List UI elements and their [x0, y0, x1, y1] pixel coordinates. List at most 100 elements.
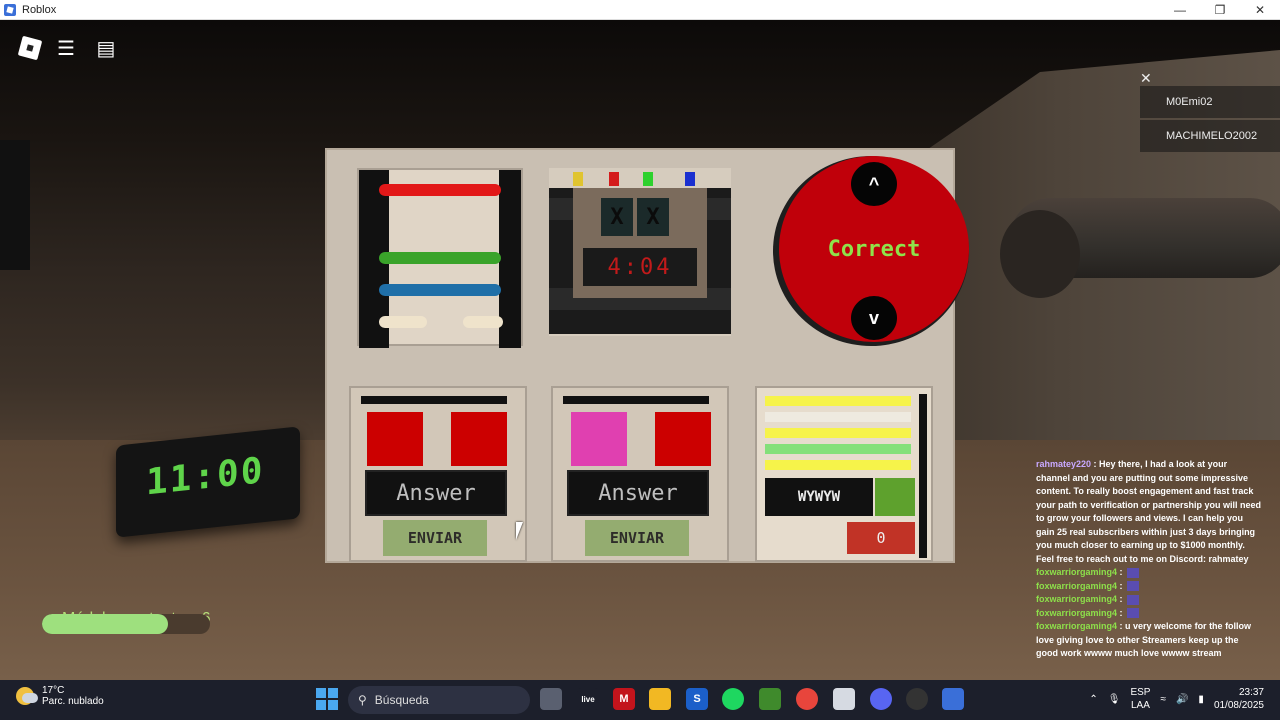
- desk-clock: 11:00: [116, 426, 300, 538]
- send-button[interactable]: ENVIAR: [383, 520, 487, 556]
- bomb-panel: X X 4:04 Correct ^ v Answer ENVIAR Answe…: [325, 148, 969, 563]
- emote-icon: [1127, 608, 1140, 619]
- answer-module: Answer ENVIAR: [349, 386, 527, 562]
- code-line: [765, 460, 911, 470]
- bomb-body: X X 4:04: [549, 188, 731, 334]
- close-button[interactable]: ✕: [1240, 0, 1280, 20]
- discord-icon[interactable]: [870, 688, 892, 710]
- window-controls: — ❐ ✕: [1160, 0, 1280, 20]
- answer-input[interactable]: Answer: [365, 470, 507, 516]
- window-titlebar: Roblox — ❐ ✕: [0, 0, 1280, 20]
- code-line: [765, 412, 911, 422]
- wifi-icon[interactable]: ≈: [1160, 694, 1166, 705]
- roblox-hud: ☰ ▤: [17, 34, 120, 62]
- taskbar-search[interactable]: ⚲ Búsqueda: [348, 686, 530, 714]
- lang-code: ESP: [1130, 687, 1151, 698]
- search-icon: ⚲: [358, 693, 367, 707]
- cap-blue: [685, 172, 695, 186]
- module-bar: [563, 396, 709, 404]
- chrome-icon[interactable]: [796, 688, 818, 710]
- code-display: WYWYW: [765, 478, 873, 516]
- chat-sep: :: [1117, 594, 1126, 604]
- chat-username: foxwarriorgaming4: [1036, 567, 1118, 577]
- skype-icon[interactable]: S: [686, 688, 708, 710]
- file-explorer-icon[interactable]: [540, 688, 562, 710]
- color-square: [451, 412, 507, 466]
- weather-icon: [16, 687, 38, 705]
- chat-message: foxwarriorgaming4 :: [1036, 566, 1262, 580]
- weather-temp: 17°C: [42, 685, 65, 696]
- wire-red[interactable]: [379, 184, 501, 196]
- wire-green[interactable]: [379, 252, 501, 264]
- taskbar-clock[interactable]: 23:37 01/08/2025: [1214, 686, 1264, 712]
- chat-message: foxwarriorgaming4 :: [1036, 593, 1262, 607]
- battery-icon[interactable]: ▮: [1198, 694, 1204, 705]
- dark-object: [0, 140, 30, 270]
- chat-sep: :: [1117, 621, 1126, 631]
- player-item[interactable]: M0Emi02: [1140, 86, 1280, 118]
- chat-username: foxwarriorgaming4: [1036, 607, 1118, 618]
- minimize-button[interactable]: —: [1160, 0, 1200, 20]
- chat-username: rahmatey220: [1036, 459, 1092, 469]
- chat-message: foxwarriorgaming4 : u very welcome for t…: [1036, 620, 1262, 661]
- close-icon[interactable]: ✕: [1140, 70, 1154, 87]
- wires-module: [357, 168, 523, 348]
- microphone-icon[interactable]: 🎙: [1108, 694, 1121, 705]
- spotify-icon[interactable]: [722, 688, 744, 710]
- chat-message: foxwarriorgaming4 :: [1036, 580, 1262, 594]
- color-square: [571, 412, 627, 466]
- obs-icon[interactable]: [906, 688, 928, 710]
- chevron-up-icon[interactable]: ⌃: [1089, 694, 1097, 705]
- folder-icon[interactable]: [649, 688, 671, 710]
- cap-red: [609, 172, 619, 186]
- chat-icon[interactable]: ▤: [92, 34, 120, 62]
- language-indicator[interactable]: ESP LAA: [1130, 686, 1150, 712]
- player-item[interactable]: MACHIMELO2002: [1140, 120, 1280, 152]
- clock-date: 01/08/2025: [1213, 700, 1264, 711]
- cap-yellow: [573, 172, 583, 186]
- chat-panel: rahmatey220 : Hey there, I had a look at…: [1036, 458, 1262, 661]
- chat-username: foxwarriorgaming4: [1036, 621, 1118, 631]
- chat-message: rahmatey220 : Hey there, I had a look at…: [1036, 458, 1262, 566]
- menu-icon[interactable]: ☰: [52, 34, 80, 62]
- modules-progress-fill: [42, 614, 168, 634]
- wire-white-cut-left[interactable]: [379, 316, 427, 328]
- dial-module: Correct ^ v: [773, 156, 969, 346]
- weather-widget[interactable]: 17°C Parc. nublado: [16, 685, 104, 707]
- modules-progress-bar: [42, 614, 210, 634]
- minecraft-icon[interactable]: [759, 688, 781, 710]
- weather-desc: Parc. nublado: [42, 696, 104, 707]
- roblox-logo-icon[interactable]: [17, 35, 43, 61]
- counter-button[interactable]: 0: [847, 522, 915, 554]
- dial-status: Correct: [827, 236, 921, 262]
- dial-down-button[interactable]: v: [851, 296, 897, 340]
- color-square: [367, 412, 423, 466]
- maximize-button[interactable]: ❐: [1200, 0, 1240, 20]
- emote-icon: [1127, 594, 1140, 605]
- live-icon[interactable]: live: [577, 688, 599, 710]
- bomb-timer: 4:04: [583, 248, 697, 286]
- strike-x: X: [601, 198, 633, 236]
- chat-username: foxwarriorgaming4: [1036, 580, 1118, 591]
- desk-clock-time: 11:00: [146, 450, 265, 504]
- notes-icon[interactable]: [833, 688, 855, 710]
- chat-text: Hey there, I had a look at your channel …: [1036, 459, 1262, 564]
- send-button[interactable]: ENVIAR: [585, 520, 689, 556]
- start-button[interactable]: [316, 688, 338, 710]
- module-bar: [361, 396, 507, 404]
- volume-icon[interactable]: 🔊: [1176, 694, 1188, 705]
- dial-up-button[interactable]: ^: [851, 162, 897, 206]
- mcafee-icon[interactable]: M: [613, 688, 635, 710]
- wire-blue[interactable]: [379, 284, 501, 296]
- lang-layout: LAA: [1131, 700, 1150, 711]
- code-rail: [919, 394, 927, 558]
- wire-white-cut-right[interactable]: [463, 316, 503, 328]
- roblox-taskbar-icon[interactable]: [942, 688, 964, 710]
- game-viewport[interactable]: ☰ ▤ ✕ M0Emi02 MACHIMELO2002 11:00 X X 4:…: [0, 20, 1280, 680]
- confirm-light[interactable]: [875, 478, 915, 516]
- code-line: [765, 444, 911, 454]
- chat-message: foxwarriorgaming4 :: [1036, 607, 1262, 621]
- system-tray: ⌃ 🎙 ESP LAA ≈ 🔊 ▮ 23:37 01/08/2025: [1089, 686, 1264, 712]
- roblox-icon: [4, 3, 16, 16]
- answer-input[interactable]: Answer: [567, 470, 709, 516]
